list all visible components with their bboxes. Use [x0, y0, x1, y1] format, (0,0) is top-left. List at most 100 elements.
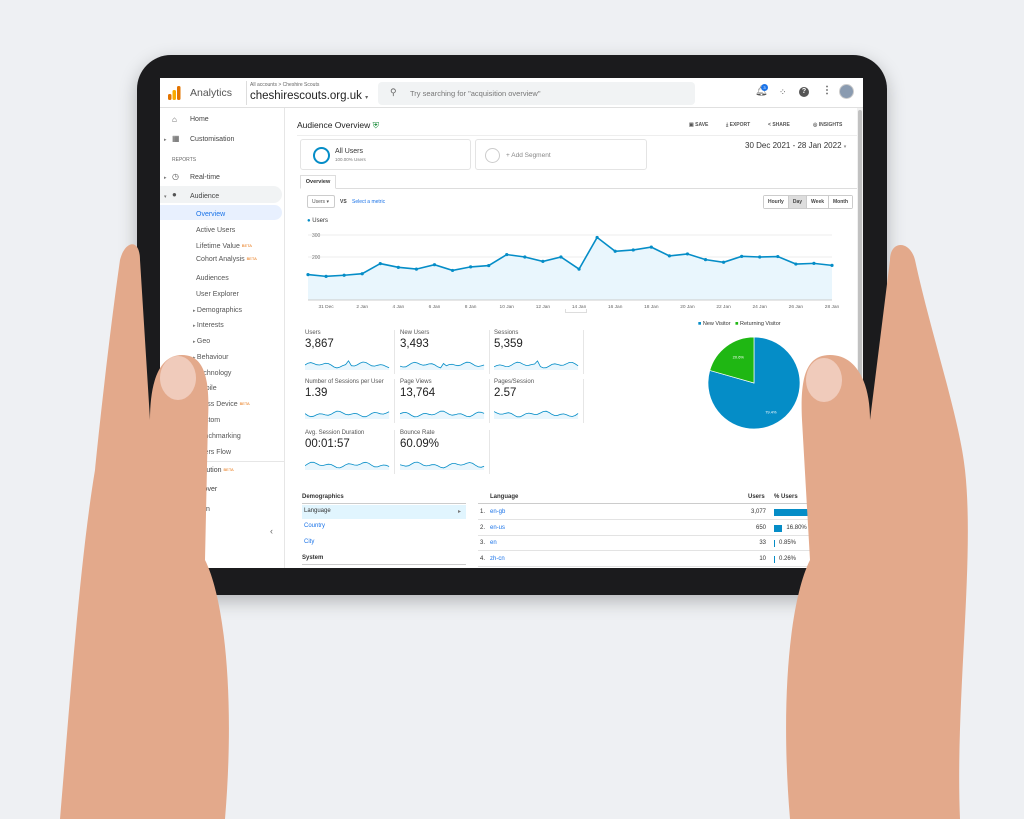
- sidebar-item-realtime[interactable]: Real-time: [190, 174, 220, 181]
- caret-down-icon: ▾: [365, 95, 369, 101]
- sidebar-subitem-mobile[interactable]: Mobile: [196, 385, 217, 392]
- metric-new-users[interactable]: New Users 3,493: [400, 330, 490, 374]
- metric-sparkline: [305, 410, 390, 419]
- metric-select[interactable]: Users ▾: [307, 195, 335, 208]
- sidebar-subitem-users-flow[interactable]: Users Flow: [196, 449, 231, 456]
- data-point: [396, 265, 400, 269]
- visitor-pie-chart: 79.4% 20.6%: [707, 336, 801, 430]
- add-segment-label: + Add Segment: [506, 152, 551, 159]
- share-button[interactable]: < SHARE: [768, 122, 790, 128]
- metric-sparkline: [400, 410, 485, 419]
- more-icon[interactable]: ⋮: [822, 85, 832, 96]
- language-row[interactable]: 3. en 33 0.85%: [478, 536, 818, 551]
- verified-shield-icon: ⛨: [372, 120, 379, 130]
- data-point: [595, 235, 599, 240]
- screen: Analytics All accounts > Cheshire Scouts…: [160, 78, 863, 568]
- data-point: [324, 274, 328, 278]
- insights-button[interactable]: ◎ INSIGHTS: [813, 122, 842, 128]
- sidebar-subitem-cross-device[interactable]: Cross Device BETA: [196, 401, 250, 408]
- metric-label: Page Views: [400, 379, 432, 385]
- language-row[interactable]: 4. zh-cn 10 0.26%: [478, 552, 818, 567]
- x-tick-label: 28 Jan: [825, 304, 840, 310]
- breadcrumb[interactable]: All accounts > Cheshire Scouts: [250, 82, 319, 88]
- data-point: [414, 267, 419, 271]
- expand-icon: ▸: [164, 137, 167, 143]
- sidebar-subitem-cohort-analysis[interactable]: Cohort Analysis BETA: [196, 256, 257, 263]
- chart-legend: ● Users: [307, 218, 328, 224]
- sidebar-subitem-active-users[interactable]: Active Users: [196, 227, 235, 234]
- segment-all-users[interactable]: All Users 100.00% Users: [300, 139, 471, 170]
- search-icon: ⚲: [390, 87, 397, 97]
- metric-users[interactable]: Users 3,867: [305, 330, 395, 374]
- pie-legend: ■ New Visitor ■ Returning Visitor: [698, 321, 781, 327]
- export-button[interactable]: ⤓ EXPORT: [726, 122, 750, 128]
- metric-page-views[interactable]: Page Views 13,764: [400, 379, 490, 423]
- segment-name: All Users: [335, 148, 364, 155]
- data-point: [740, 254, 744, 258]
- granularity-hourly[interactable]: Hourly: [764, 196, 788, 208]
- expand-icon: ▸: [164, 175, 167, 181]
- save-button[interactable]: ▣ SAVE: [689, 122, 708, 128]
- data-point: [306, 273, 310, 277]
- metric-bounce-rate[interactable]: Bounce Rate 60.09%: [400, 430, 490, 474]
- sidebar-item-customisation[interactable]: Customisation: [190, 136, 234, 143]
- sidebar-subitem-lifetime-value[interactable]: Lifetime Value BETA: [196, 243, 252, 250]
- select-metric-link[interactable]: Select a metric: [352, 199, 385, 205]
- sidebar-item-home[interactable]: Home: [190, 116, 209, 123]
- sidebar-subitem-user-explorer[interactable]: User Explorer: [196, 291, 239, 298]
- pie-slice-label: 20.6%: [733, 354, 745, 359]
- date-range-picker[interactable]: 30 Dec 2021 - 28 Jan 2022 ▾: [745, 141, 846, 150]
- system-heading: System: [302, 555, 324, 561]
- demographics-country[interactable]: Country: [304, 523, 325, 529]
- scrollbar[interactable]: [857, 108, 863, 568]
- sidebar-subitem-custom[interactable]: Custom: [196, 417, 220, 424]
- y-tick-label: 300: [312, 233, 321, 239]
- collapse-sidebar-icon[interactable]: ‹: [270, 526, 273, 536]
- granularity-month[interactable]: Month: [828, 196, 853, 208]
- data-point: [812, 261, 816, 265]
- help-icon[interactable]: ?: [799, 87, 809, 97]
- data-point: [523, 255, 527, 259]
- metric-pages-session[interactable]: Pages/Session 2.57: [494, 379, 584, 423]
- percent-bar: [774, 509, 814, 516]
- search-input[interactable]: ⚲ Try searching for "acquisition overvie…: [378, 82, 695, 105]
- clock-icon: ◷: [172, 172, 179, 181]
- sidebar-item-attribution[interactable]: Attribution BETA: [190, 467, 234, 474]
- person-icon: ●: [172, 190, 177, 199]
- demographics-city[interactable]: City: [304, 539, 314, 545]
- language-row[interactable]: 1. en-gb 3,077 79.57%: [478, 505, 838, 520]
- sidebar-item-admin[interactable]: Admin: [190, 506, 210, 513]
- metric-avg-session-duration[interactable]: Avg. Session Duration 00:01:57: [305, 430, 395, 474]
- avatar[interactable]: [839, 84, 854, 99]
- granularity-week[interactable]: Week: [806, 196, 829, 208]
- sidebar-subitem-interests[interactable]: ▸ Interests: [193, 322, 224, 329]
- granularity-day[interactable]: Day: [787, 196, 807, 208]
- add-segment-button[interactable]: + Add Segment: [475, 139, 647, 170]
- chart-resize-handle[interactable]: [565, 309, 587, 313]
- sidebar-subitem-demographics[interactable]: ▸ Demographics: [193, 307, 242, 314]
- sidebar-subitem-behaviour[interactable]: ▸ Behaviour: [193, 354, 228, 361]
- x-tick-label: 12 Jan: [536, 304, 551, 310]
- sidebar-item-audience[interactable]: Audience: [190, 193, 219, 200]
- sidebar-subitem-overview[interactable]: Overview: [196, 211, 225, 218]
- x-tick-label: 26 Jan: [789, 304, 804, 310]
- metric-number-of-sessions-per-user[interactable]: Number of Sessions per User 1.39: [305, 379, 395, 423]
- data-point: [469, 265, 473, 269]
- data-point: [487, 263, 491, 268]
- demographics-language[interactable]: Language ▸: [302, 505, 466, 519]
- metric-sessions[interactable]: Sessions 5,359: [494, 330, 584, 374]
- sidebar-subitem-benchmarking[interactable]: Benchmarking: [196, 433, 241, 440]
- sidebar-subitem-audiences[interactable]: Audiences: [196, 275, 229, 282]
- apps-icon[interactable]: ⁘: [779, 87, 787, 98]
- x-tick-label: 6 Jan: [429, 304, 441, 310]
- language-row[interactable]: 2. en-us 650 16.80%: [478, 521, 818, 536]
- sidebar-subitem-geo[interactable]: ▸ Geo: [193, 338, 210, 345]
- property-name: cheshirescouts.org.uk: [250, 90, 362, 102]
- metric-value: 60.09%: [400, 438, 440, 450]
- data-point: [378, 262, 382, 266]
- tab-overview[interactable]: Overview: [300, 175, 336, 189]
- sidebar-item-discover[interactable]: Discover: [190, 486, 217, 493]
- x-tick-label: 2 Jan: [356, 304, 368, 310]
- property-selector[interactable]: cheshirescouts.org.uk ▾: [250, 90, 368, 102]
- sidebar-subitem-technology[interactable]: Technology: [196, 370, 231, 377]
